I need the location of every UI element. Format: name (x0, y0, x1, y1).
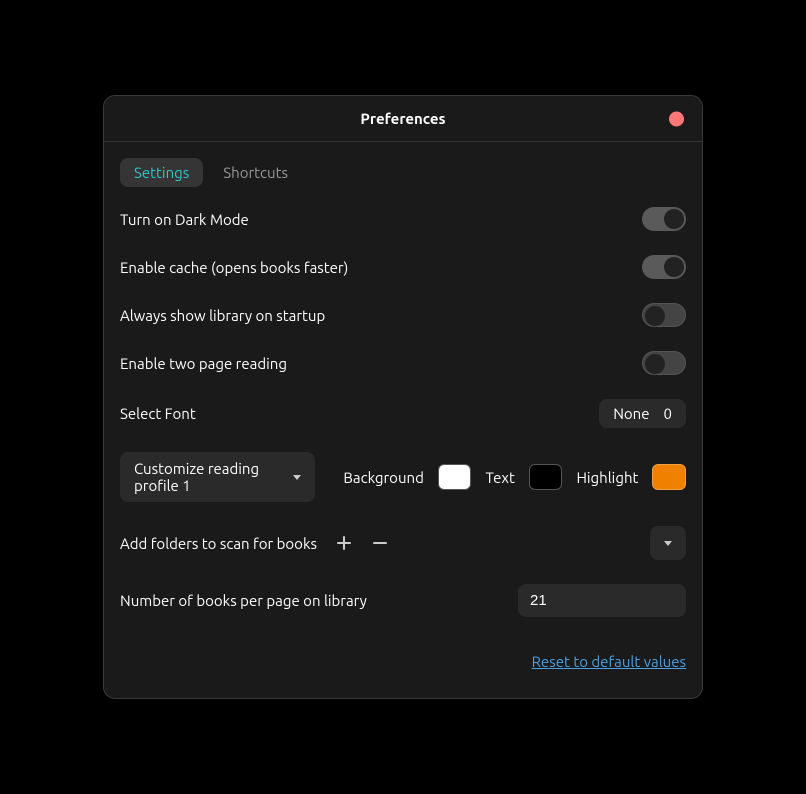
preferences-window: Preferences Settings Shortcuts Turn on D… (103, 95, 703, 699)
input-books-per-page[interactable] (518, 584, 686, 617)
swatch-background[interactable] (438, 464, 472, 490)
row-dark-mode: Turn on Dark Mode (112, 195, 694, 243)
toggle-dark-mode[interactable] (642, 207, 686, 231)
label-cache: Enable cache (opens books faster) (120, 259, 348, 276)
content-area: Settings Shortcuts Turn on Dark Mode Ena… (104, 142, 702, 698)
row-two-page: Enable two page reading (112, 339, 694, 387)
label-background-color: Background (343, 469, 423, 486)
row-cache: Enable cache (opens books faster) (112, 243, 694, 291)
titlebar: Preferences (104, 96, 702, 142)
row-library-startup: Always show library on startup (112, 291, 694, 339)
label-text-color: Text (485, 469, 514, 486)
label-books-per-page: Number of books per page on library (120, 592, 367, 609)
label-library-startup: Always show library on startup (120, 307, 325, 324)
font-selector[interactable]: None 0 (599, 399, 686, 428)
swatch-highlight[interactable] (652, 464, 686, 490)
label-select-font: Select Font (120, 405, 196, 422)
window-title: Preferences (360, 110, 445, 127)
plus-icon (336, 535, 352, 551)
toggle-two-page[interactable] (642, 351, 686, 375)
row-reset: Reset to default values (112, 629, 694, 682)
label-add-folders: Add folders to scan for books (120, 535, 317, 552)
toggle-library-startup[interactable] (642, 303, 686, 327)
font-name: None (613, 405, 649, 422)
row-add-folders: Add folders to scan for books (112, 514, 694, 572)
row-profile-colors: Customize reading profile 1 Background T… (112, 440, 694, 514)
row-books-per-page: Number of books per page on library (112, 572, 694, 629)
label-dark-mode: Turn on Dark Mode (120, 211, 249, 228)
profile-dropdown[interactable]: Customize reading profile 1 (120, 452, 315, 502)
minus-icon (372, 535, 388, 551)
chevron-down-icon (293, 475, 301, 480)
add-folder-button[interactable] (335, 534, 353, 552)
row-select-font: Select Font None 0 (112, 387, 694, 440)
profile-label: Customize reading profile 1 (134, 460, 285, 494)
tab-settings[interactable]: Settings (120, 158, 203, 187)
reset-link[interactable]: Reset to default values (532, 653, 686, 670)
font-size: 0 (664, 405, 672, 422)
tabs: Settings Shortcuts (112, 158, 694, 195)
label-two-page: Enable two page reading (120, 355, 287, 372)
folder-dropdown[interactable] (650, 526, 686, 560)
chevron-down-icon (664, 541, 672, 546)
swatch-text[interactable] (529, 464, 563, 490)
toggle-cache[interactable] (642, 255, 686, 279)
remove-folder-button[interactable] (371, 534, 389, 552)
tab-shortcuts[interactable]: Shortcuts (209, 158, 302, 187)
close-button[interactable] (669, 111, 684, 126)
label-highlight-color: Highlight (576, 469, 638, 486)
